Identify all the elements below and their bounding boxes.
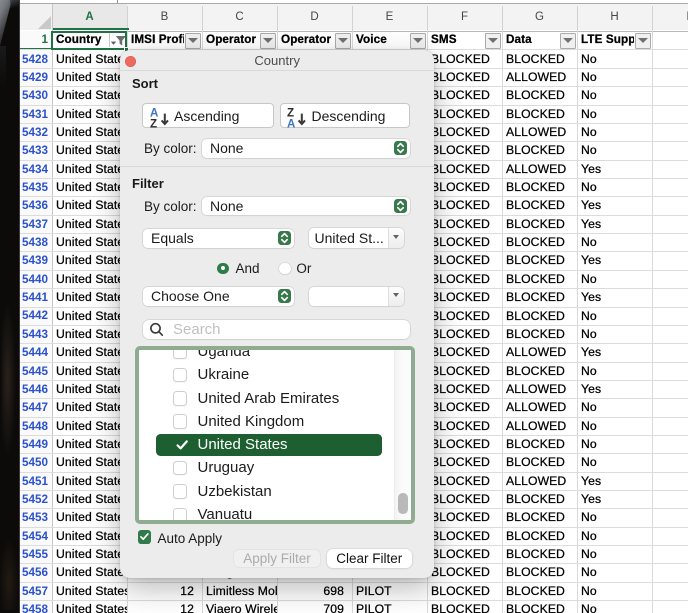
svg-text:A: A	[287, 117, 296, 128]
svg-text:Z: Z	[150, 117, 157, 128]
